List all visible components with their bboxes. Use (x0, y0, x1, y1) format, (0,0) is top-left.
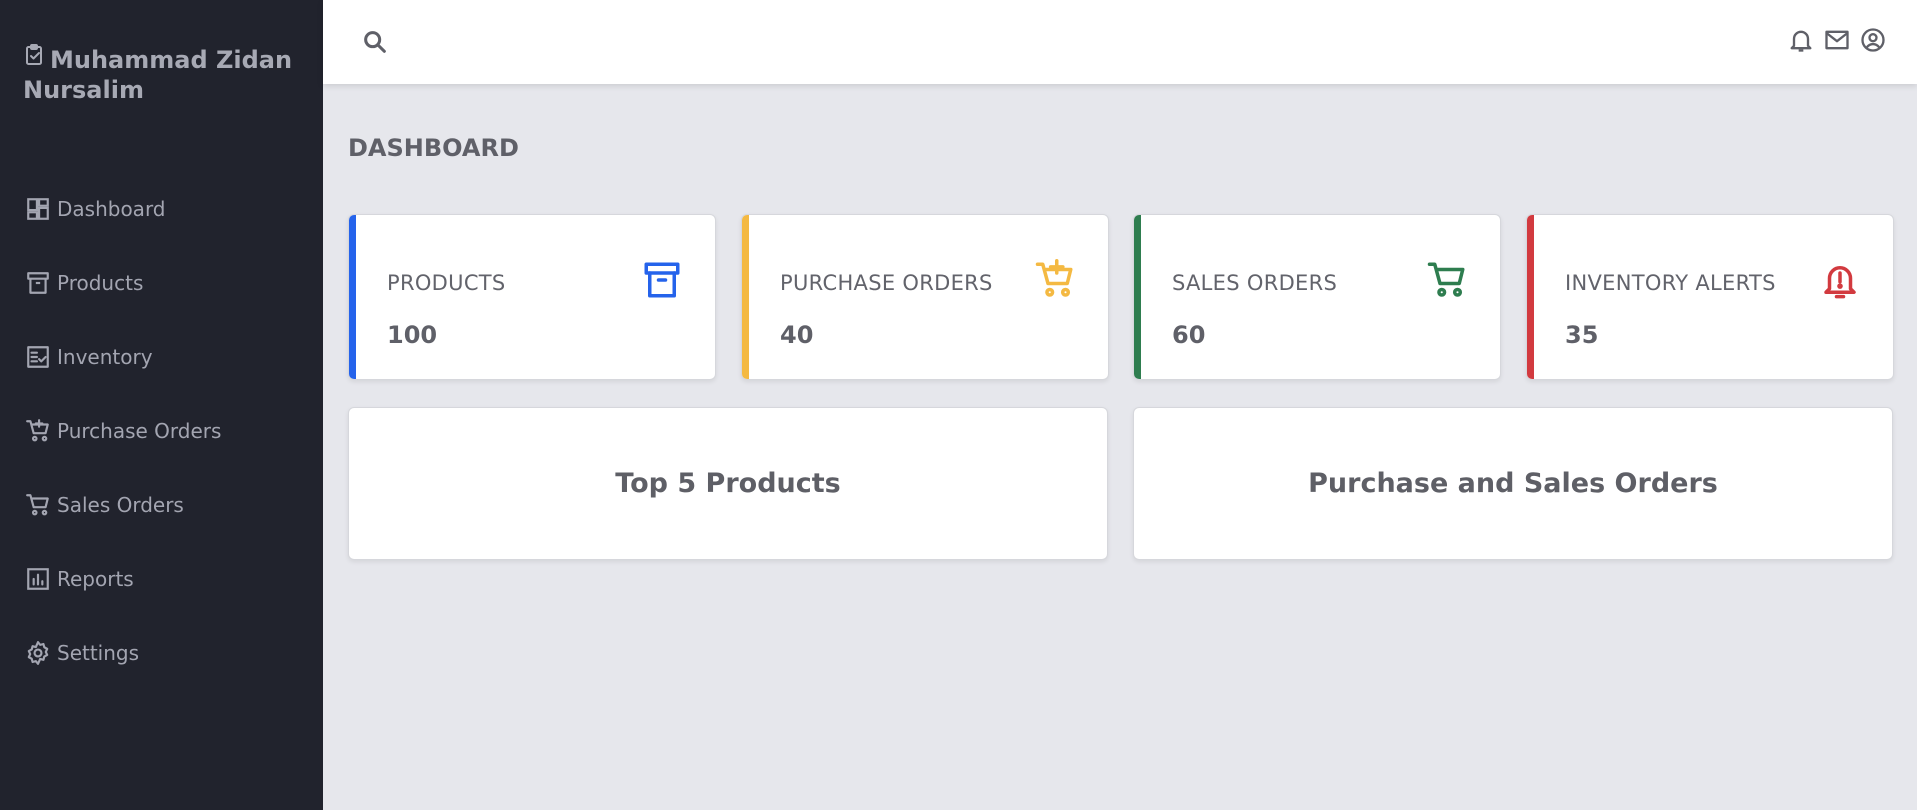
sidebar: Muhammad Zidan Nursalim Dashboard Produc… (0, 0, 323, 810)
sidebar-item-label: Sales Orders (57, 493, 184, 517)
sidebar-item-label: Settings (57, 641, 140, 665)
stat-card-sales-orders[interactable]: SALES ORDERS 60 (1133, 214, 1501, 380)
card-accent (349, 215, 356, 379)
sidebar-item-label: Dashboard (57, 197, 166, 221)
sidebar-item-reports[interactable]: Reports (0, 542, 323, 616)
sidebar-item-label: Products (57, 271, 144, 295)
cart-icon (1426, 259, 1468, 301)
archive-icon (641, 259, 683, 301)
sidebar-item-label: Reports (57, 567, 134, 591)
brand-name-text: Muhammad Zidan Nursalim (23, 46, 293, 104)
sidebar-item-label: Purchase Orders (57, 419, 222, 443)
sidebar-item-sales-orders[interactable]: Sales Orders (0, 468, 323, 542)
page-title: DASHBOARD (348, 134, 519, 162)
alert-bell-icon (1819, 259, 1861, 301)
account-circle-icon[interactable] (1859, 26, 1887, 54)
stat-label: PURCHASE ORDERS (780, 271, 993, 295)
sidebar-item-dashboard[interactable]: Dashboard (0, 172, 323, 246)
stat-label: PRODUCTS (387, 271, 506, 295)
sidebar-item-inventory[interactable]: Inventory (0, 320, 323, 394)
stat-card-products[interactable]: PRODUCTS 100 (348, 214, 716, 380)
panel-top-products: Top 5 Products (348, 407, 1108, 560)
topbar-actions (1787, 26, 1887, 54)
panel-title: Top 5 Products (615, 468, 841, 499)
stat-label: INVENTORY ALERTS (1565, 271, 1776, 295)
stat-value: 40 (780, 321, 814, 349)
bell-icon[interactable] (1787, 26, 1815, 54)
stat-value: 100 (387, 321, 438, 349)
stat-value: 35 (1565, 321, 1599, 349)
sidebar-item-settings[interactable]: Settings (0, 616, 323, 690)
brand[interactable]: Muhammad Zidan Nursalim (23, 40, 303, 105)
search-icon[interactable] (361, 28, 387, 54)
stat-card-purchase-orders[interactable]: PURCHASE ORDERS 40 (741, 214, 1109, 380)
sidebar-item-products[interactable]: Products (0, 246, 323, 320)
dashboard-icon (25, 196, 51, 222)
brand-name: Muhammad Zidan Nursalim (23, 40, 303, 105)
card-accent (742, 215, 749, 379)
sidebar-item-label: Inventory (57, 345, 153, 369)
clipboard-check-icon (23, 40, 50, 70)
panel-title: Purchase and Sales Orders (1308, 468, 1718, 499)
card-accent (1527, 215, 1534, 379)
bar-chart-icon (25, 566, 51, 592)
stat-value: 60 (1172, 321, 1206, 349)
sidebar-nav: Dashboard Products Inventory Purchase Or… (0, 172, 323, 690)
gear-icon (25, 640, 51, 666)
card-accent (1134, 215, 1141, 379)
stat-card-inventory-alerts[interactable]: INVENTORY ALERTS 35 (1526, 214, 1894, 380)
sidebar-item-purchase-orders[interactable]: Purchase Orders (0, 394, 323, 468)
cart-plus-icon (1034, 259, 1076, 301)
mail-icon[interactable] (1823, 26, 1851, 54)
cart-plus-icon (25, 418, 51, 444)
stat-label: SALES ORDERS (1172, 271, 1338, 295)
topbar (323, 0, 1917, 84)
archive-icon (25, 270, 51, 296)
panel-purchase-sales-orders: Purchase and Sales Orders (1133, 407, 1893, 560)
cart-icon (25, 492, 51, 518)
checklist-icon (25, 344, 51, 370)
